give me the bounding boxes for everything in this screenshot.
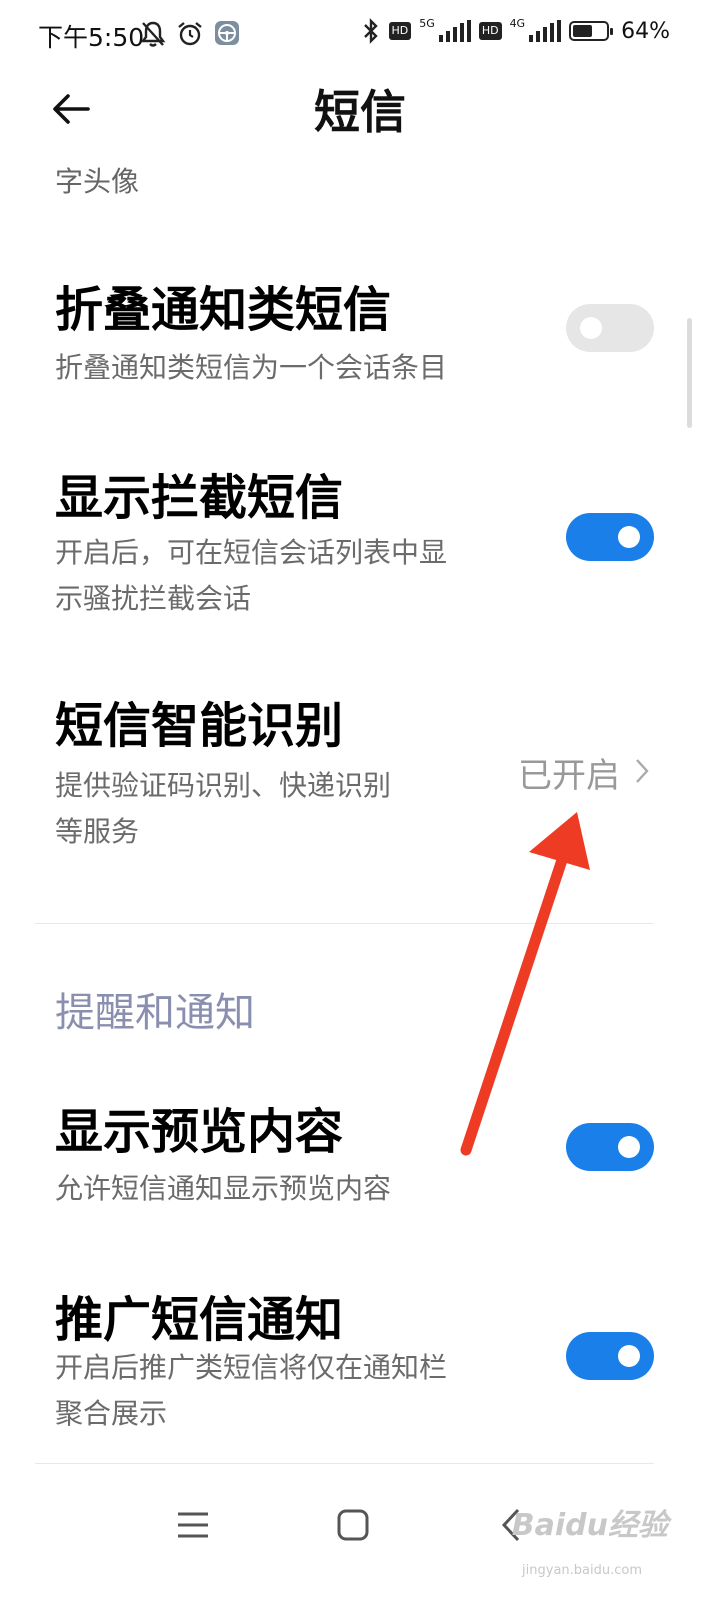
setting-sms-smart-recognition[interactable]: 短信智能识别 提供验证码识别、快递识别 等服务 已开启 <box>0 686 720 866</box>
setting-desc: 允许短信通知显示预览内容 <box>55 1166 391 1212</box>
hd-badge-1: HD <box>388 22 412 40</box>
toggle-switch[interactable] <box>566 1332 654 1380</box>
setting-desc: 开启后推广类短信将仅在通知栏 聚合展示 <box>55 1345 447 1437</box>
hd-badge-2: HD <box>478 22 502 40</box>
setting-promo-sms-notification[interactable]: 推广短信通知 开启后推广类短信将仅在通知栏 聚合展示 <box>0 1280 720 1450</box>
setting-value: 已开启 <box>518 756 620 796</box>
toggle-switch[interactable] <box>566 304 654 352</box>
setting-show-blocked-sms[interactable]: 显示拦截短信 开启后，可在短信会话列表中显 示骚扰拦截会话 <box>0 458 720 638</box>
setting-desc-line: 允许短信通知显示预览内容 <box>55 1172 392 1205</box>
setting-title: 推广短信通知 <box>55 1292 344 1348</box>
partial-setting-text: 字头像 <box>55 165 140 198</box>
page-title: 短信 <box>314 85 406 139</box>
setting-title: 短信智能识别 <box>55 698 344 754</box>
setting-desc: 开启后，可在短信会话列表中显 示骚扰拦截会话 <box>55 530 447 622</box>
signal-strength-icon-2 <box>529 20 562 42</box>
toggle-switch[interactable] <box>566 1123 654 1171</box>
toggle-knob <box>618 1345 640 1367</box>
home-button[interactable] <box>328 1500 378 1550</box>
status-icons-right: HD 5G HD 4G 64% <box>361 16 670 44</box>
header: 短信 <box>0 70 720 160</box>
signal-strength-icon-1 <box>438 20 471 42</box>
toggle-switch[interactable] <box>566 513 654 561</box>
setting-desc: 提供验证码识别、快递识别 等服务 <box>55 763 391 855</box>
home-square-icon <box>337 1509 369 1541</box>
section-divider <box>35 923 654 924</box>
setting-desc-line: 开启后推广类短信将仅在通知栏 <box>55 1351 448 1384</box>
setting-fold-notification-sms[interactable]: 折叠通知类短信 折叠通知类短信为一个会话条目 <box>0 270 720 420</box>
network-type-2: 4G <box>509 16 526 30</box>
toggle-knob <box>618 1136 640 1158</box>
menu-icon <box>178 1512 208 1538</box>
setting-desc-line: 示骚扰拦截会话 <box>55 582 252 615</box>
bell-muted-icon <box>140 21 166 47</box>
setting-desc-line: 折叠通知类短信为一个会话条目 <box>55 351 448 384</box>
battery-fill <box>573 25 593 37</box>
steering-wheel-icon <box>215 21 239 45</box>
setting-show-preview-content[interactable]: 显示预览内容 允许短信通知显示预览内容 <box>0 1092 720 1222</box>
bluetooth-icon <box>363 18 378 44</box>
status-time: 下午5:50 <box>38 23 145 52</box>
setting-desc-line: 聚合展示 <box>55 1397 168 1430</box>
nav-divider <box>35 1463 654 1464</box>
chevron-right-icon <box>636 759 649 783</box>
battery-percent: 64% <box>621 18 670 44</box>
toggle-knob <box>618 526 640 548</box>
menu-button[interactable] <box>168 1500 218 1550</box>
setting-title: 显示预览内容 <box>55 1104 344 1160</box>
watermark-url: jingyan.baidu.com <box>522 1563 642 1578</box>
status-icons-left <box>140 20 240 48</box>
baidu-watermark: Baidu经验 <box>511 1508 668 1543</box>
setting-desc-line: 提供验证码识别、快递识别 <box>55 769 392 802</box>
alarm-clock-icon <box>178 22 202 46</box>
setting-desc-line: 等服务 <box>55 815 140 848</box>
setting-desc-line: 开启后，可在短信会话列表中显 <box>55 536 448 569</box>
toggle-knob <box>580 317 602 339</box>
setting-title: 显示拦截短信 <box>55 470 344 526</box>
status-bar: 下午5:50 HD 5G HD 4G 64% <box>0 0 720 70</box>
network-type-1: 5G <box>419 16 435 30</box>
section-header: 提醒和通知 <box>55 990 255 1036</box>
setting-title: 折叠通知类短信 <box>55 282 392 338</box>
battery-icon <box>569 21 614 41</box>
setting-desc: 折叠通知类短信为一个会话条目 <box>55 345 447 391</box>
